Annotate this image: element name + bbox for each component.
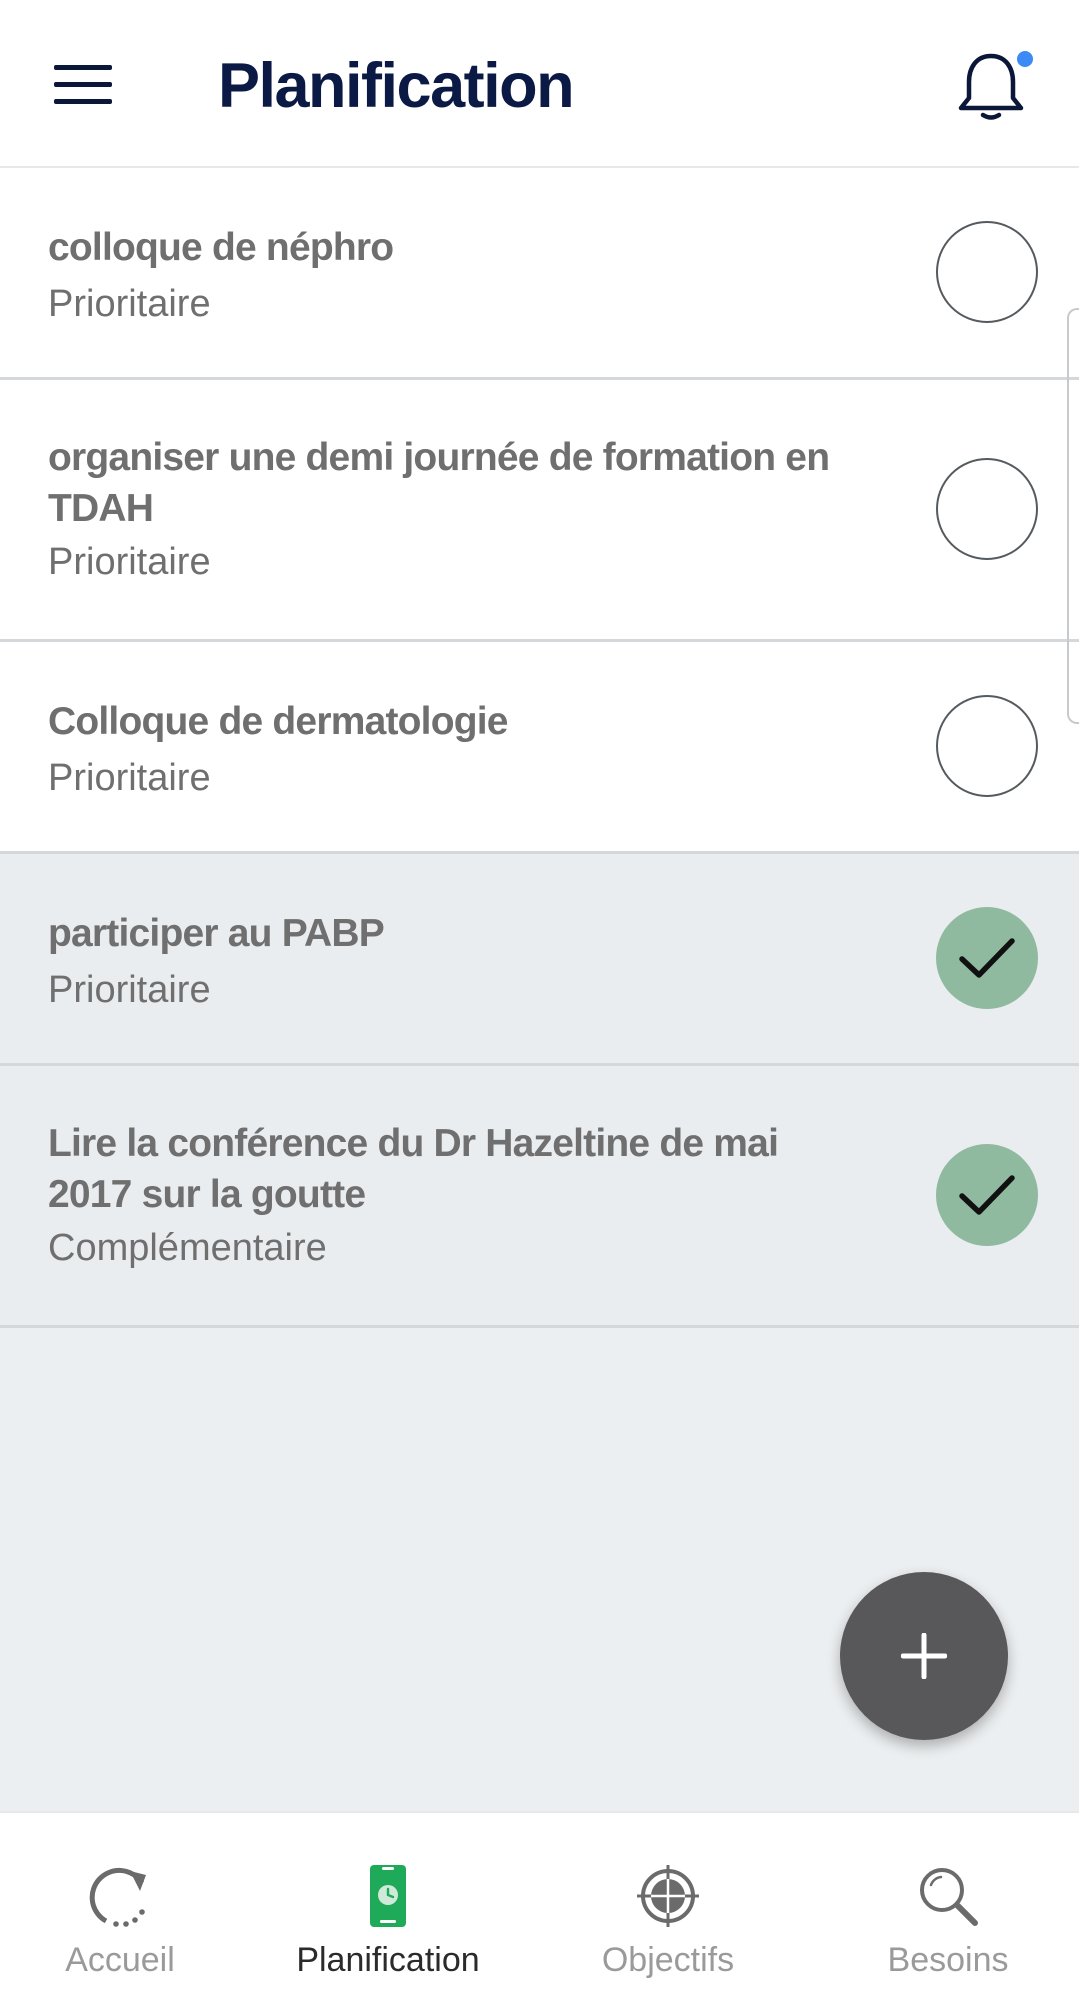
task-priority: Complémentaire (48, 1227, 327, 1269)
task-title: colloque de néphro (48, 226, 394, 269)
checkmark-icon (959, 1175, 1015, 1215)
hamburger-menu-icon[interactable] (54, 62, 114, 106)
search-icon (920, 1868, 978, 1926)
task-checkbox-checked[interactable] (936, 907, 1038, 1009)
checkmark-icon (959, 938, 1015, 978)
task-row[interactable]: organiser une demi journée de formation … (0, 380, 1079, 642)
bottom-tab-bar: Accueil Planification Objectifs Besoins (0, 1811, 1079, 2005)
notification-dot (1017, 51, 1033, 67)
task-row[interactable]: colloque de néphro Prioritaire (0, 168, 1079, 380)
tab-accueil[interactable]: Accueil (40, 1813, 200, 2005)
tab-label: Objectifs (601, 1941, 735, 1979)
app-header: Planification (0, 0, 1079, 168)
tab-label: Accueil (65, 1941, 175, 1979)
phone-clock-icon (370, 1865, 406, 1927)
task-title: participer au PABP (48, 912, 385, 955)
task-priority: Prioritaire (48, 969, 211, 1011)
task-title: Lire la conférence du Dr Hazeltine de ma… (48, 1122, 779, 1216)
tab-planification[interactable]: Planification (288, 1813, 488, 2005)
task-checkbox[interactable] (936, 221, 1038, 323)
task-checkbox[interactable] (936, 458, 1038, 560)
task-title: Colloque de dermatologie (48, 700, 508, 743)
task-row[interactable]: Colloque de dermatologie Prioritaire (0, 642, 1079, 854)
task-priority: Prioritaire (48, 757, 211, 799)
task-priority: Prioritaire (48, 541, 211, 583)
tab-objectifs[interactable]: Objectifs (578, 1813, 758, 2005)
task-row[interactable]: participer au PABP Prioritaire (0, 854, 1079, 1066)
tab-besoins[interactable]: Besoins (868, 1813, 1028, 2005)
page-title: Planification (218, 51, 575, 121)
scroll-indicator[interactable] (1067, 308, 1079, 724)
task-list: colloque de néphro Prioritaire organiser… (0, 168, 1079, 1328)
plus-icon (901, 1633, 947, 1679)
task-priority: Prioritaire (48, 283, 211, 325)
tab-label: Besoins (887, 1941, 1009, 1979)
task-title: organiser une demi journée de formation … (48, 436, 830, 530)
task-checkbox[interactable] (936, 695, 1038, 797)
target-icon (637, 1865, 699, 1927)
task-row[interactable]: Lire la conférence du Dr Hazeltine de ma… (0, 1066, 1079, 1328)
add-task-button[interactable] (840, 1572, 1008, 1740)
task-checkbox-checked[interactable] (936, 1144, 1038, 1246)
refresh-dots-icon (89, 1867, 146, 1927)
tab-label: Planification (296, 1941, 480, 1979)
